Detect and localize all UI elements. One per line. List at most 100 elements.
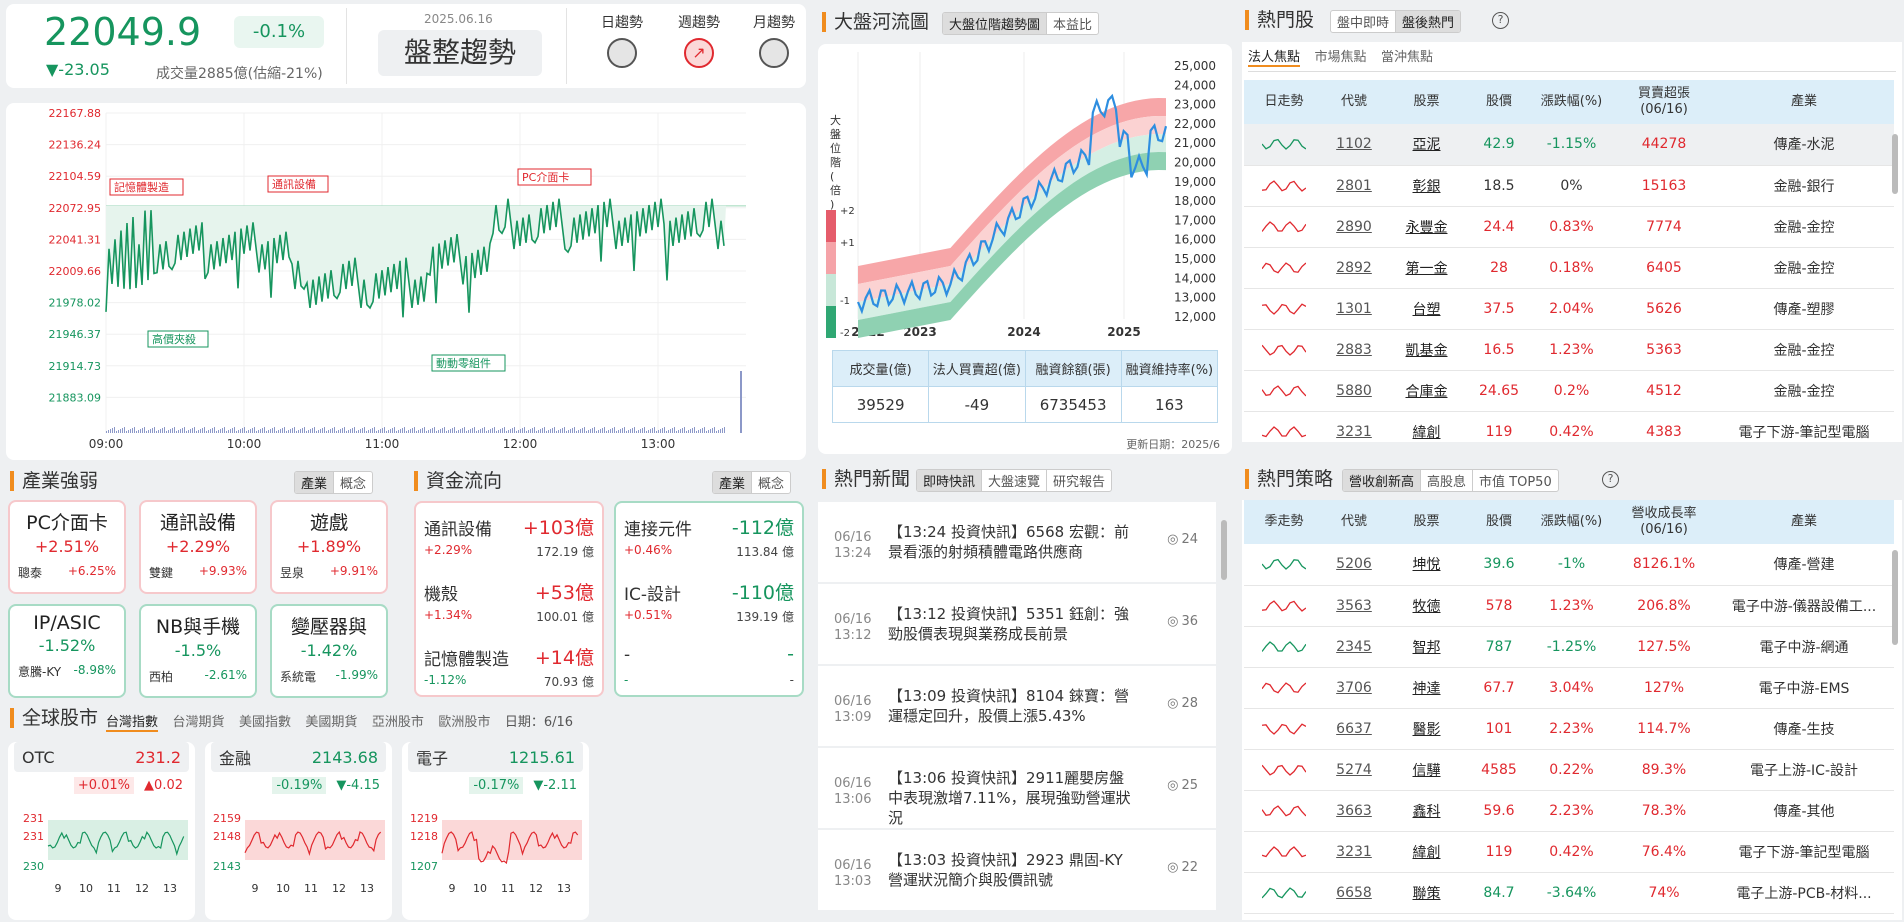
- stock-code[interactable]: 3231: [1324, 411, 1384, 442]
- table-row[interactable]: 6637 醫影 101 2.23% 114.7% 傳產-生技: [1244, 708, 1894, 750]
- flow-industry-name[interactable]: 連接元件: [624, 515, 692, 540]
- stock-name[interactable]: 鑫科: [1384, 790, 1469, 832]
- tab-intraday[interactable]: 盤中即時: [1331, 11, 1395, 32]
- stock-name[interactable]: 牧德: [1384, 585, 1469, 627]
- industry-tile[interactable]: 通訊設備 +2.29% 雙鍵 +9.93%: [139, 500, 257, 594]
- stock-name[interactable]: 信驊: [1384, 749, 1469, 791]
- subtab-daytrade[interactable]: 當沖焦點: [1381, 50, 1433, 65]
- stock-name[interactable]: 緯創: [1384, 831, 1469, 873]
- table-row[interactable]: 3663 鑫科 59.6 2.23% 78.3% 傳產-其他: [1244, 790, 1894, 832]
- stock-name[interactable]: 坤悅: [1384, 544, 1469, 586]
- tab-high-dividend[interactable]: 高股息: [1420, 470, 1472, 491]
- col-header[interactable]: 買賣超張 (06/16): [1614, 80, 1714, 124]
- col-header[interactable]: 營收成長率 (06/16): [1614, 500, 1714, 544]
- stock-code[interactable]: 3706: [1324, 667, 1384, 709]
- stock-code[interactable]: 5880: [1324, 370, 1384, 412]
- news-headline[interactable]: 【13:03 投資快訊】2923 鼎固-KY 營運狀況簡介與股價訊號: [888, 850, 1138, 890]
- stock-code[interactable]: 5274: [1324, 749, 1384, 791]
- table-row[interactable]: 3231 緯創 119 0.42% 4383 電子下游-筆記型電腦: [1244, 411, 1894, 442]
- industry-tile[interactable]: NB與手機 -1.5% 西柏 -2.61%: [139, 604, 257, 698]
- global-index-card[interactable]: OTC 231.2 +0.01% ▲0.02 231 231 230 9 10 11 12 13: [8, 742, 195, 920]
- news-scrollbar[interactable]: [1221, 520, 1227, 580]
- trend-day[interactable]: 日趨勢: [592, 12, 652, 68]
- news-item[interactable]: 06/16 13:12 【13:12 投資快訊】5351 鈺創：強勁股價表現與業務成…: [818, 584, 1216, 664]
- table-row[interactable]: 1102 亞泥 42.9 -1.15% 44278 傳產-水泥: [1244, 124, 1894, 166]
- trend-week[interactable]: 週趨勢 ↗: [669, 12, 729, 68]
- stock-code[interactable]: 3663: [1324, 790, 1384, 832]
- tab-market-brief[interactable]: 大盤速覽: [981, 470, 1046, 491]
- flow-industry-name[interactable]: 機殼: [424, 580, 458, 605]
- table-row[interactable]: 1301 台塑 37.5 2.04% 5626 傳產-塑膠: [1244, 288, 1894, 330]
- tab-tw-index[interactable]: 台灣指數: [106, 715, 159, 732]
- global-index-card[interactable]: 金融 2143.68 -0.19% ▼-4.15 2159 2148 2143 9 10 11 12…: [205, 742, 392, 920]
- stock-name[interactable]: 醫影: [1384, 708, 1469, 750]
- stock-name[interactable]: 永豐金: [1384, 206, 1469, 248]
- table-row[interactable]: 3706 神達 67.7 3.04% 127% 電子中游-EMS: [1244, 667, 1894, 709]
- flow-industry-name[interactable]: 記憶體製造: [424, 645, 509, 670]
- stock-code[interactable]: 6658: [1324, 872, 1384, 914]
- table-row[interactable]: 3231 緯創 119 0.42% 76.4% 電子下游-筆記型電腦: [1244, 831, 1894, 873]
- tab-top50[interactable]: 市值 TOP50: [1472, 470, 1558, 491]
- stock-code[interactable]: 6637: [1324, 708, 1384, 750]
- scrollbar[interactable]: [1892, 134, 1898, 194]
- table-row[interactable]: 5274 信驊 4585 0.22% 89.3% 電子上游-IC-設計: [1244, 749, 1894, 791]
- table-row[interactable]: 3563 牧德 578 1.23% 206.8% 電子中游-儀器設備工...: [1244, 585, 1894, 627]
- help-icon[interactable]: ?: [1602, 471, 1619, 488]
- tab-industry[interactable]: 產業: [295, 472, 334, 493]
- stock-name[interactable]: 神達: [1384, 667, 1469, 709]
- tab-realtime[interactable]: 即時快訊: [917, 470, 982, 491]
- stock-code[interactable]: 2892: [1324, 247, 1384, 289]
- tab-revenue-high[interactable]: 營收創新高: [1343, 470, 1421, 491]
- stock-code[interactable]: 2890: [1324, 206, 1384, 248]
- stock-name[interactable]: 亞泥: [1384, 124, 1469, 166]
- stock-code[interactable]: 2801: [1324, 165, 1384, 207]
- table-row[interactable]: 5206 坤悅 39.6 -1% 8126.1% 傳產-營建: [1244, 544, 1894, 586]
- stock-name[interactable]: 聯策: [1384, 872, 1469, 914]
- stock-name[interactable]: 合庫金: [1384, 370, 1469, 412]
- flow-industry-name[interactable]: IC-設計: [624, 580, 681, 605]
- news-item[interactable]: 06/16 13:03 【13:03 投資快訊】2923 鼎固-KY 營運狀況簡介與…: [818, 830, 1216, 910]
- stock-name[interactable]: 台塑: [1384, 288, 1469, 330]
- stock-code[interactable]: 1102: [1324, 124, 1384, 166]
- table-row[interactable]: 6658 聯策 84.7 -3.64% 74% 電子上游-PCB-材料...: [1244, 872, 1894, 914]
- news-item[interactable]: 06/16 13:09 【13:09 投資快訊】8104 錸寶：營運穩定回升，股價上…: [818, 666, 1216, 746]
- help-icon[interactable]: ?: [1492, 12, 1509, 29]
- tab-us-index[interactable]: 美國指數: [239, 715, 291, 730]
- tab-flow-industry[interactable]: 產業: [713, 472, 752, 493]
- stock-code[interactable]: 2345: [1324, 626, 1384, 668]
- tab-europe[interactable]: 歐洲股市: [438, 715, 490, 730]
- tab-tw-futures[interactable]: 台灣期貨: [172, 715, 224, 730]
- subtab-institutional[interactable]: 法人焦點: [1248, 50, 1301, 67]
- industry-tile[interactable]: PC介面卡 +2.51% 聰泰 +6.25%: [8, 500, 126, 594]
- table-row[interactable]: 5880 合庫金 24.65 0.2% 4512 金融-金控: [1244, 370, 1894, 412]
- scrollbar[interactable]: [1892, 550, 1898, 645]
- stock-name[interactable]: 緯創: [1384, 411, 1469, 442]
- industry-tile[interactable]: 遊戲 +1.89% 昱泉 +9.91%: [270, 500, 388, 594]
- stock-code[interactable]: 3231: [1324, 831, 1384, 873]
- table-row[interactable]: 2892 第一金 28 0.18% 6405 金融-金控: [1244, 247, 1894, 289]
- table-row[interactable]: 2801 彰銀 18.5 0% 15163 金融-銀行: [1244, 165, 1894, 207]
- industry-tile[interactable]: IP/ASIC -1.52% 意騰-KY -8.98%: [8, 604, 126, 698]
- stock-code[interactable]: 3563: [1324, 585, 1384, 627]
- stock-name[interactable]: 彰銀: [1384, 165, 1469, 207]
- news-item[interactable]: 06/16 13:06 【13:06 投資快訊】2911麗嬰房盤中表現激增7.11%…: [818, 748, 1216, 828]
- news-headline[interactable]: 【13:09 投資快訊】8104 錸寶：營運穩定回升，股價上漲5.43%: [888, 686, 1138, 726]
- industry-tile[interactable]: 變壓器與 -1.42% 系統電 -1.99%: [270, 604, 388, 698]
- news-item[interactable]: 06/16 13:24 【13:24 投資快訊】6568 宏觀：前景看漲的射頻積體電…: [818, 502, 1216, 582]
- stock-code[interactable]: 1301: [1324, 288, 1384, 330]
- tab-river-pe[interactable]: 本益比: [1046, 13, 1098, 34]
- tab-research[interactable]: 研究報告: [1046, 470, 1111, 491]
- stock-name[interactable]: 凱基金: [1384, 329, 1469, 371]
- news-headline[interactable]: 【13:24 投資快訊】6568 宏觀：前景看漲的射頻積體電路供應商: [888, 522, 1138, 562]
- flow-industry-name[interactable]: 通訊設備: [424, 515, 492, 540]
- tab-after-hours[interactable]: 盤後熱門: [1395, 11, 1461, 32]
- flow-industry-name[interactable]: -: [624, 645, 630, 665]
- global-index-card[interactable]: 電子 1215.61 -0.17% ▼-2.11 1219 1218 1207 9 10 11 12…: [402, 742, 589, 920]
- stock-name[interactable]: 智邦: [1384, 626, 1469, 668]
- stock-code[interactable]: 5206: [1324, 544, 1384, 586]
- tab-concept[interactable]: 概念: [333, 472, 372, 493]
- tab-river-trend[interactable]: 大盤位階趨勢圖: [943, 13, 1047, 34]
- table-row[interactable]: 2883 凱基金 16.5 1.23% 5363 金融-金控: [1244, 329, 1894, 371]
- table-row[interactable]: 2345 智邦 787 -1.25% 127.5% 電子中游-網通: [1244, 626, 1894, 668]
- trend-month[interactable]: 月趨勢: [744, 12, 804, 68]
